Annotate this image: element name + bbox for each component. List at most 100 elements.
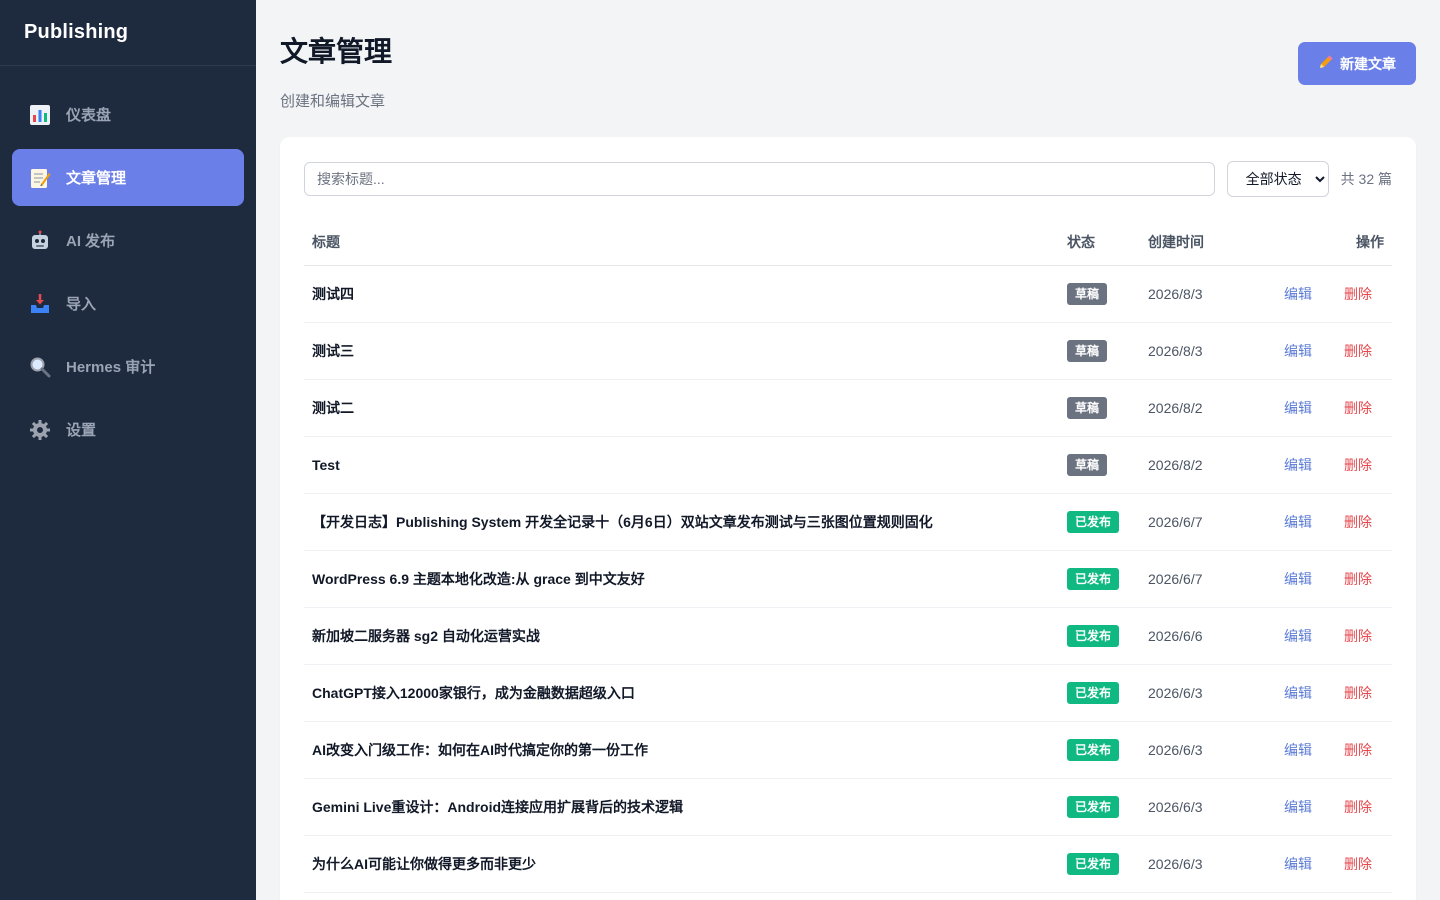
table-row[interactable]: Test 草稿 2026/8/2 编辑 删除 [304, 436, 1392, 494]
delete-link[interactable]: 删除 [1344, 286, 1372, 302]
delete-link[interactable]: 删除 [1344, 628, 1372, 644]
sidebar-item-import[interactable]: 导入 [12, 275, 244, 332]
table-row[interactable]: 为什么AI可能让你做得更多而非更少 已发布 2026/6/3 编辑 删除 [304, 835, 1392, 893]
created-date: 2026/8/2 [1140, 379, 1250, 437]
edit-link[interactable]: 编辑 [1284, 457, 1312, 473]
row-actions: 编辑 删除 [1250, 493, 1392, 551]
page-subtitle: 创建和编辑文章 [280, 93, 386, 110]
search-input[interactable] [304, 162, 1215, 196]
status-badge: 已发布 [1067, 567, 1120, 590]
column-header-title[interactable]: 标题 [304, 219, 1059, 266]
row-actions: 编辑 删除 [1250, 607, 1392, 665]
created-date: 2026/6/3 [1140, 778, 1250, 836]
table-row[interactable]: AI改变入门级工作：如何在AI时代搞定你的第一份工作 已发布 2026/6/3 编辑 删… [304, 721, 1392, 779]
status-filter-select[interactable]: 全部状态 [1226, 161, 1329, 197]
edit-link[interactable]: 编辑 [1284, 571, 1312, 587]
article-title[interactable]: WordPress 6.9 主题本地化改造:从 grace 到中文友好 [304, 550, 1059, 608]
row-actions: 编辑 删除 [1250, 778, 1392, 836]
article-title[interactable]: 为什么AI可能让你做得更多而非更少 [304, 835, 1059, 893]
sidebar-item-label: AI 发布 [66, 233, 116, 250]
edit-link[interactable]: 编辑 [1284, 685, 1312, 701]
delete-link[interactable]: 删除 [1344, 856, 1372, 872]
created-date: 2026/6/7 [1140, 493, 1250, 551]
article-title[interactable]: 测试三 [304, 322, 1059, 380]
table-row[interactable]: 测试三 草稿 2026/8/3 编辑 删除 [304, 322, 1392, 380]
created-date: 2026/6/6 [1140, 607, 1250, 665]
article-title[interactable]: 【开发日志】Publishing System 开发全记录十（6月6日）双站文章… [304, 493, 1059, 551]
column-header-ops: 操作 [1250, 219, 1392, 266]
sidebar-item-ai-publish[interactable]: AI 发布 [12, 212, 244, 269]
table-header-row: 标题 状态 创建时间 操作 [304, 219, 1392, 266]
app-root: Publishing 仪表盘 文章管理 AI 发布 导入 Hermes 审计 设… [0, 0, 1440, 900]
created-date: 2026/8/3 [1140, 265, 1250, 323]
edit-link[interactable]: 编辑 [1284, 856, 1312, 872]
delete-link[interactable]: 删除 [1344, 514, 1372, 530]
table-row[interactable]: 测试四 草稿 2026/8/3 编辑 删除 [304, 265, 1392, 323]
status-badge: 草稿 [1067, 339, 1108, 362]
article-title[interactable]: Gemini Live重设计：Android连接应用扩展背后的技术逻辑 [304, 778, 1059, 836]
column-header-created[interactable]: 创建时间 [1140, 219, 1250, 266]
sidebar-item-label: 导入 [66, 296, 97, 313]
table-row[interactable]: Gemini Live重设计：Android连接应用扩展背后的技术逻辑 已发布 20… [304, 778, 1392, 836]
row-actions: 编辑 删除 [1250, 265, 1392, 323]
delete-link[interactable]: 删除 [1344, 400, 1372, 416]
brand-logo[interactable]: Publishing [0, 0, 256, 66]
sidebar-item-articles[interactable]: 文章管理 [12, 149, 244, 206]
sidebar-item-dashboard[interactable]: 仪表盘 [12, 86, 244, 143]
status-cell: 已发布 [1059, 550, 1140, 608]
edit-link[interactable]: 编辑 [1284, 799, 1312, 815]
gear-icon [28, 418, 52, 442]
table-row[interactable]: 新加坡二服务器 sg2 自动化运营实战 已发布 2026/6/6 编辑 删除 [304, 607, 1392, 665]
article-title[interactable]: 新加坡二服务器 sg2 自动化运营实战 [304, 607, 1059, 665]
table-row[interactable]: 【开发日志】Publishing System 开发全记录十（6月6日）双站文章… [304, 493, 1392, 551]
status-badge: 草稿 [1067, 453, 1108, 476]
delete-link[interactable]: 删除 [1344, 685, 1372, 701]
edit-link[interactable]: 编辑 [1284, 742, 1312, 758]
delete-link[interactable]: 删除 [1344, 571, 1372, 587]
article-title[interactable]: Test [304, 436, 1059, 494]
delete-link[interactable]: 删除 [1344, 457, 1372, 473]
status-badge: 已发布 [1067, 795, 1120, 818]
sidebar-item-hermes-audit[interactable]: Hermes 审计 [12, 338, 244, 395]
sidebar-item-settings[interactable]: 设置 [12, 401, 244, 458]
table-row[interactable]: 测试二 草稿 2026/8/2 编辑 删除 [304, 379, 1392, 437]
robot-icon [28, 229, 52, 253]
page-title: 文章管理 [280, 36, 393, 67]
status-cell: 已发布 [1059, 664, 1140, 722]
edit-link[interactable]: 编辑 [1284, 286, 1312, 302]
article-title[interactable]: 测试二 [304, 379, 1059, 437]
article-title[interactable]: ChatGPT接入12000家银行，成为金融数据超级入口 [304, 664, 1059, 722]
status-cell: 已发布 [1059, 493, 1140, 551]
article-count: 共 32 篇 [1340, 171, 1392, 187]
sidebar-item-label: 仪表盘 [66, 107, 112, 124]
filter-toolbar: 全部状态 共 32 篇 [304, 161, 1392, 197]
status-badge: 已发布 [1067, 852, 1120, 875]
new-article-label: 新建文章 [1340, 55, 1396, 72]
bar-chart-icon [28, 103, 52, 127]
status-badge: 草稿 [1067, 396, 1108, 419]
row-actions: 编辑 删除 [1250, 436, 1392, 494]
edit-link[interactable]: 编辑 [1284, 514, 1312, 530]
delete-link[interactable]: 删除 [1344, 343, 1372, 359]
article-title[interactable]: AI改变入门级工作：如何在AI时代搞定你的第一份工作 [304, 721, 1059, 779]
status-cell: 草稿 [1059, 436, 1140, 494]
delete-link[interactable]: 删除 [1344, 742, 1372, 758]
status-badge: 已发布 [1067, 738, 1120, 761]
memo-icon [28, 166, 52, 190]
created-date: 2026/6/3 [1140, 664, 1250, 722]
edit-link[interactable]: 编辑 [1284, 343, 1312, 359]
edit-link[interactable]: 编辑 [1284, 400, 1312, 416]
table-row[interactable]: WordPress 6.9 主题本地化改造:从 grace 到中文友好 已发布 20… [304, 550, 1392, 608]
row-actions: 编辑 删除 [1250, 664, 1392, 722]
edit-link[interactable]: 编辑 [1284, 628, 1312, 644]
table-row[interactable]: ChatGPT接入12000家银行，成为金融数据超级入口 已发布 2026/6/3 编… [304, 664, 1392, 722]
delete-link[interactable]: 删除 [1344, 799, 1372, 815]
created-date: 2026/8/3 [1140, 322, 1250, 380]
status-badge: 草稿 [1067, 282, 1108, 305]
status-cell: 已发布 [1059, 721, 1140, 779]
created-date: 2026/6/3 [1140, 721, 1250, 779]
column-header-status[interactable]: 状态 [1059, 219, 1140, 266]
magnifier-icon [28, 355, 52, 379]
article-title[interactable]: 测试四 [304, 265, 1059, 323]
new-article-button[interactable]: 新建文章 [1298, 42, 1416, 85]
